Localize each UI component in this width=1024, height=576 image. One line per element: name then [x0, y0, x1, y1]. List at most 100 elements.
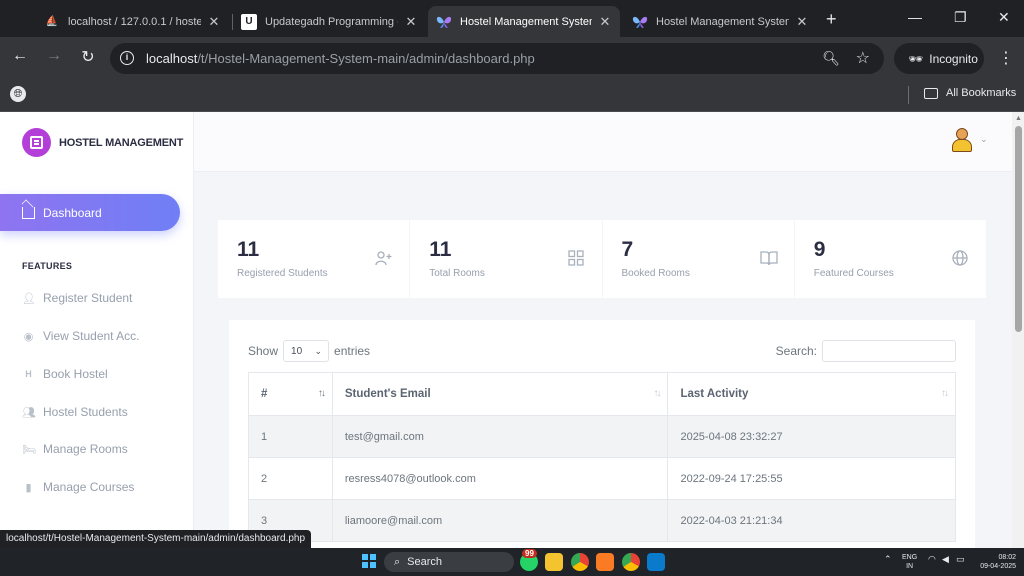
- brand[interactable]: HOSTEL MANAGEMENT: [22, 128, 183, 157]
- bookmarks-separator: [908, 86, 909, 104]
- phpmyadmin-icon: ⛵: [45, 16, 59, 27]
- chrome-incognito-icon[interactable]: [622, 553, 640, 571]
- incognito-profile-button[interactable]: 🕶︎ Incognito: [894, 43, 984, 74]
- sidebar-item-label: Book Hostel: [43, 367, 108, 381]
- all-bookmarks-button[interactable]: All Bookmarks: [924, 87, 1016, 99]
- section-label-features: FEATURES: [22, 261, 73, 271]
- stat-card-registered-students: 11 Registered Students: [218, 220, 410, 298]
- stats-row: 11 Registered Students 11 Total Rooms 7 …: [218, 220, 986, 298]
- restore-icon[interactable]: ❐: [954, 9, 967, 26]
- globe-icon[interactable]: 🌐︎: [10, 86, 26, 102]
- user-avatar[interactable]: [951, 128, 973, 152]
- taskbar-search[interactable]: ⌕ Search: [384, 552, 514, 572]
- zoom-icon[interactable]: 🔍︎: [822, 50, 840, 67]
- volume-icon[interactable]: ◀: [942, 554, 949, 565]
- url-text[interactable]: localhost/t/Hostel-Management-System-mai…: [146, 51, 535, 66]
- table-cell: 2022-04-03 21:21:34: [667, 499, 956, 542]
- vscode-icon[interactable]: [647, 553, 665, 571]
- sort-arrows-icon: ↑↓: [941, 388, 949, 399]
- sidebar-item-book-hostel[interactable]: H Book Hostel: [22, 364, 108, 384]
- battery-icon[interactable]: ▭: [956, 554, 965, 565]
- minimize-icon[interactable]: —: [908, 9, 922, 25]
- search-input[interactable]: [822, 340, 956, 362]
- grid-icon: [567, 250, 584, 266]
- input-language[interactable]: ENG IN: [902, 553, 917, 571]
- brand-logo-icon: [22, 128, 51, 157]
- scrollbar-thumb[interactable]: [1015, 126, 1022, 332]
- sidebar-item-register-student[interactable]: 👤︎ Register Student: [22, 288, 132, 308]
- table-cell: 2025-04-08 23:32:27: [667, 415, 956, 458]
- back-arrow-icon[interactable]: ←: [10, 47, 30, 65]
- table-cell: resress4078@outlook.com: [331, 457, 669, 500]
- sidebar-item-label: View Student Acc.: [43, 329, 140, 343]
- chrome-icon[interactable]: [571, 553, 589, 571]
- sidebar-item-label: Dashboard: [43, 205, 102, 220]
- stat-value: 9: [813, 238, 826, 261]
- sidebar-item-manage-courses[interactable]: ▮ Manage Courses: [22, 477, 134, 497]
- entries-select-value: 10: [291, 345, 303, 357]
- column-header-email[interactable]: Student's Email ↑↓: [331, 372, 669, 416]
- stat-value: 7: [621, 238, 634, 261]
- home-icon: [22, 206, 35, 219]
- windows-start-icon[interactable]: [362, 554, 376, 568]
- browser-menu-icon[interactable]: ⋮: [998, 48, 1014, 68]
- sidebar: HOSTEL MANAGEMENT Dashboard FEATURES 👤︎ …: [0, 112, 194, 548]
- stat-card-featured-courses: 9 Featured Courses: [794, 220, 986, 298]
- xampp-icon[interactable]: [596, 553, 614, 571]
- tray-chevron-up-icon[interactable]: ⌃: [884, 554, 892, 565]
- table-row: 1 test@gmail.com 2025-04-08 23:32:27: [248, 415, 956, 458]
- new-tab-icon[interactable]: +: [826, 9, 837, 30]
- taskbar-clock[interactable]: 08:02 09-04-2025: [976, 553, 1016, 571]
- globe-icon: [952, 250, 968, 266]
- forward-arrow-icon[interactable]: →: [44, 47, 64, 65]
- language-code: ENG: [902, 554, 918, 561]
- file-explorer-icon[interactable]: [545, 553, 563, 571]
- sidebar-item-view-student-acc[interactable]: ◉ View Student Acc.: [22, 326, 140, 346]
- sidebar-item-manage-rooms[interactable]: 🛏︎ Manage Rooms: [22, 439, 128, 459]
- taskbar-search-label: Search: [407, 556, 443, 568]
- column-header-number[interactable]: # ↑↓: [248, 372, 333, 416]
- page-viewport: HOSTEL MANAGEMENT Dashboard FEATURES 👤︎ …: [0, 112, 1024, 548]
- incognito-label: Incognito: [929, 51, 978, 66]
- table-cell: 1: [248, 415, 333, 458]
- column-header-last-activity[interactable]: Last Activity ↑↓: [667, 372, 956, 416]
- page-scrollbar[interactable]: ▲: [1012, 112, 1024, 548]
- table-header-row: # ↑↓ Student's Email ↑↓ Last Activity ↑↓: [248, 372, 956, 416]
- scroll-up-icon[interactable]: ▲: [1015, 115, 1022, 122]
- h-square-icon: H: [25, 369, 32, 379]
- user-plus-icon: [375, 250, 392, 266]
- table-row: 3 liamoore@mail.com 2022-04-03 21:21:34: [248, 499, 956, 542]
- all-bookmarks-label: All Bookmarks: [946, 87, 1017, 99]
- close-tab-icon[interactable]: ✕: [598, 14, 612, 30]
- entries-select[interactable]: 10 ⌄: [283, 340, 330, 362]
- close-tab-icon[interactable]: ✕: [404, 14, 418, 30]
- stat-card-booked-rooms: 7 Booked Rooms: [602, 220, 794, 298]
- reload-icon[interactable]: ↻: [78, 47, 98, 67]
- sort-arrows-icon: ↑↓: [317, 388, 326, 399]
- status-bar-url: localhost/t/Hostel-Management-System-mai…: [0, 530, 312, 548]
- wifi-icon[interactable]: ◠: [928, 554, 936, 565]
- bookmark-star-icon[interactable]: ☆: [856, 48, 870, 68]
- sidebar-item-dashboard[interactable]: Dashboard: [0, 194, 180, 231]
- users-icon: 👥︎: [22, 406, 36, 419]
- close-tab-icon[interactable]: ✕: [207, 14, 221, 30]
- column-header-label: Student's Email: [344, 388, 431, 400]
- book-open-icon: [760, 250, 778, 266]
- tab-updategadh[interactable]: U Updategadh Programming - ✕: [233, 6, 426, 37]
- table-cell: 2022-09-24 17:25:55: [667, 457, 956, 500]
- column-header-label: #: [261, 388, 268, 400]
- clock-date: 09-04-2025: [980, 563, 1016, 570]
- tab-title: Updategadh Programming -: [265, 15, 398, 28]
- tab-hostel-active[interactable]: Hostel Management System ✕: [428, 6, 620, 37]
- close-tab-icon[interactable]: ✕: [795, 14, 809, 30]
- tab-phpmyadmin[interactable]: ⛵ localhost / 127.0.0.1 / hostelmsphp ✕: [36, 6, 229, 37]
- sidebar-item-hostel-students[interactable]: 👥︎ Hostel Students: [22, 402, 128, 422]
- user-plus-icon: 👤︎: [22, 292, 36, 305]
- entries-label: entries: [334, 344, 371, 358]
- window-close-icon[interactable]: ✕: [998, 9, 1010, 26]
- site-info-icon[interactable]: i: [120, 51, 134, 65]
- browser-toolbar: ← → ↻ i localhost/t/Hostel-Management-Sy…: [0, 37, 1024, 80]
- address-bar[interactable]: i localhost/t/Hostel-Management-System-m…: [110, 43, 884, 74]
- tab-hostel[interactable]: Hostel Management System ✕: [624, 6, 817, 37]
- chevron-down-icon[interactable]: ⌄: [980, 134, 988, 145]
